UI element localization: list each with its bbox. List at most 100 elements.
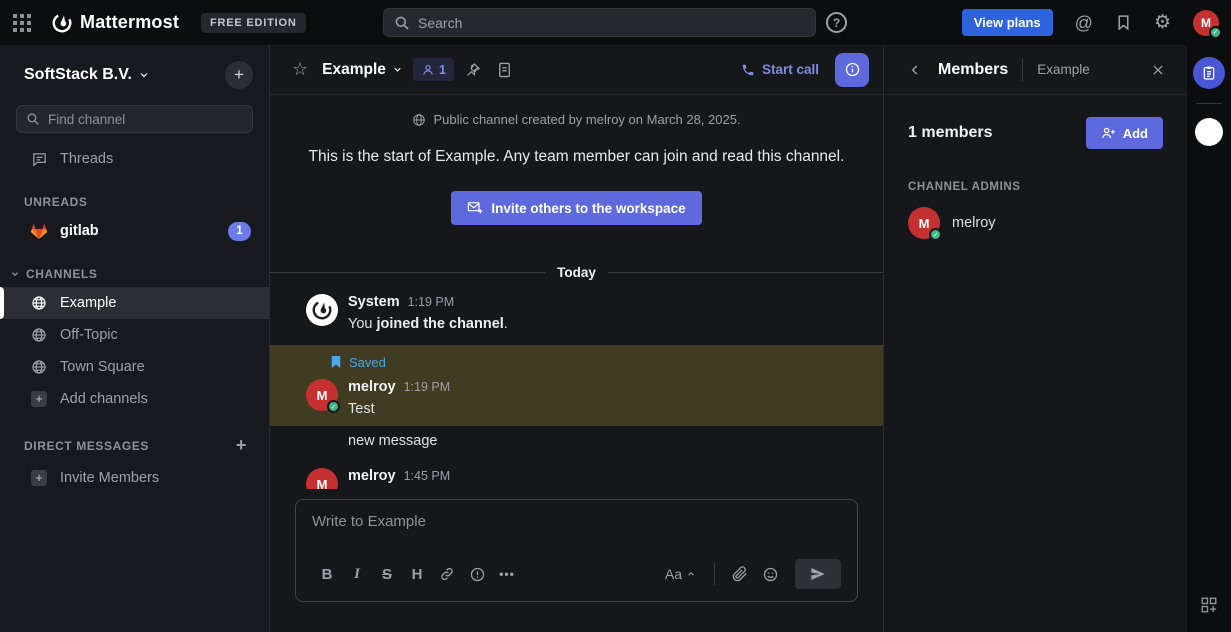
close-icon[interactable] — [1147, 59, 1169, 81]
add-members-button[interactable]: Add — [1086, 117, 1163, 149]
message-system[interactable]: System 1:19 PM You joined the channel. — [270, 288, 883, 337]
italic-button[interactable]: I — [342, 559, 372, 589]
section-unreads: UNREADS — [0, 175, 269, 215]
message-author[interactable]: melroy — [348, 379, 396, 395]
toggle-formatting-button[interactable]: Aa — [657, 566, 704, 582]
sidebar-item-off-topic[interactable]: Off-Topic — [0, 319, 269, 351]
channel-name: Example — [322, 61, 386, 79]
channels-header-toggle[interactable]: CHANNELS — [24, 267, 97, 281]
settings-gear-icon[interactable]: ⚙ — [1154, 13, 1171, 32]
invite-others-button[interactable]: Invite others to the workspace — [451, 191, 701, 225]
invite-members-label: Invite Members — [60, 470, 159, 486]
message-author[interactable]: melroy — [348, 468, 396, 484]
back-button[interactable] — [904, 59, 926, 81]
message-composer: Write to Example B I S H ••• — [270, 489, 883, 632]
find-channel-input[interactable] — [48, 112, 243, 127]
saved-bookmark-icon — [330, 355, 342, 369]
start-call-button[interactable]: Start call — [741, 62, 819, 77]
channel-members-button[interactable]: 1 — [413, 58, 454, 81]
channel-name-dropdown[interactable]: Example — [322, 61, 403, 79]
message-melroy-link[interactable]: M ✓ melroy 1:45 PM https://google.com — [270, 462, 883, 489]
product-name: Mattermost — [80, 12, 179, 33]
sidebar-item-example[interactable]: Example — [0, 287, 269, 319]
add-channel-plus-button[interactable]: + — [225, 61, 253, 89]
globe-icon — [30, 359, 48, 375]
message-text: You joined the channel. — [348, 313, 863, 335]
chevron-up-icon — [686, 569, 696, 579]
add-channels-label: Add channels — [60, 391, 148, 407]
priority-button[interactable] — [462, 559, 492, 589]
saved-posts-icon[interactable] — [1115, 14, 1132, 31]
sidebar-item-town-square[interactable]: Town Square — [0, 351, 269, 383]
pin-icon[interactable] — [460, 57, 486, 83]
channel-info-button[interactable] — [835, 53, 869, 87]
sidebar-item-threads[interactable]: Threads — [0, 143, 269, 175]
direct-messages-header: DIRECT MESSAGES — [24, 439, 149, 453]
melroy-avatar: M ✓ — [908, 207, 940, 239]
unreads-header: UNREADS — [24, 195, 88, 209]
chevron-down-icon — [392, 64, 403, 75]
marketplace-apps-icon[interactable] — [1200, 596, 1218, 614]
emoji-button[interactable] — [755, 559, 785, 589]
app-avatar-circle[interactable] — [1195, 118, 1223, 146]
topbar-left: Mattermost FREE EDITION — [0, 12, 306, 34]
team-name: SoftStack B.V. — [24, 66, 132, 84]
avatar-initial: M — [919, 216, 930, 231]
search-icon — [26, 112, 40, 126]
send-button[interactable] — [795, 559, 841, 589]
person-plus-icon — [1101, 126, 1116, 140]
avatar-initial: M — [317, 477, 328, 490]
heading-button[interactable]: H — [402, 559, 432, 589]
channels-header: CHANNELS — [26, 267, 97, 281]
global-search[interactable]: Search — [383, 8, 816, 37]
channel-intro-meta-text: Public channel created by melroy on Marc… — [433, 112, 740, 127]
melroy-avatar[interactable]: M ✓ — [306, 379, 338, 411]
team-sidebar: SoftStack B.V. + Threads UNREADS — [0, 45, 270, 632]
channel-admins-header: CHANNEL ADMINS — [884, 159, 1187, 201]
app-bar — [1187, 45, 1230, 632]
channel-intro-description: This is the start of Example. Any team m… — [270, 148, 883, 166]
sidebar-item-gitlab[interactable]: gitlab 1 — [0, 215, 269, 247]
link-button[interactable] — [432, 559, 462, 589]
member-count: 1 — [439, 62, 446, 77]
view-plans-button[interactable]: View plans — [962, 9, 1053, 36]
channel-label: gitlab — [60, 223, 99, 239]
saved-flag[interactable]: Saved — [270, 351, 883, 373]
sidebar-item-invite-members[interactable]: + Invite Members — [0, 462, 269, 494]
melroy-avatar[interactable]: M ✓ — [306, 468, 338, 489]
channel-header: ☆ Example 1 Start call — [270, 45, 883, 95]
strikethrough-button[interactable]: S — [372, 559, 402, 589]
mentions-icon[interactable]: @ — [1075, 14, 1093, 32]
sidebar-item-add-channels[interactable]: + Add channels — [0, 383, 269, 415]
chevron-left-icon — [908, 63, 922, 77]
message-timestamp: 1:45 PM — [404, 469, 451, 483]
help-icon[interactable]: ? — [826, 12, 847, 33]
add-direct-message-button[interactable]: + — [236, 435, 253, 456]
favorite-star-icon[interactable]: ☆ — [288, 55, 312, 84]
member-row-melroy[interactable]: M ✓ melroy — [884, 201, 1187, 245]
search-placeholder: Search — [418, 15, 462, 31]
system-avatar — [306, 294, 338, 326]
message-input[interactable]: Write to Example — [312, 513, 841, 555]
user-avatar[interactable]: M ✓ — [1193, 10, 1219, 36]
message-melroy-test[interactable]: M ✓ melroy 1:19 PM Test — [270, 373, 883, 426]
message-melroy-followup[interactable]: new message — [270, 426, 883, 452]
attachment-button[interactable] — [725, 559, 755, 589]
member-count-label: 1 members — [908, 124, 993, 142]
file-icon[interactable] — [492, 57, 517, 83]
date-divider: Today — [270, 265, 883, 280]
globe-icon — [30, 295, 48, 311]
threads-label: Threads — [60, 151, 113, 167]
product-switcher-icon[interactable] — [13, 14, 31, 32]
more-formatting-button[interactable]: ••• — [492, 559, 522, 589]
bold-button[interactable]: B — [312, 559, 342, 589]
message-author: System — [348, 294, 400, 310]
find-channel-box[interactable] — [16, 105, 253, 133]
team-menu-button[interactable]: SoftStack B.V. — [24, 66, 150, 84]
message-text: new message — [348, 426, 863, 452]
mattermost-logo: Mattermost — [51, 12, 179, 34]
channel-info-rail-button[interactable] — [1193, 57, 1225, 89]
plus-box-icon: + — [30, 470, 48, 486]
add-button-label: Add — [1123, 126, 1148, 141]
avatar-initial: M — [317, 388, 328, 403]
